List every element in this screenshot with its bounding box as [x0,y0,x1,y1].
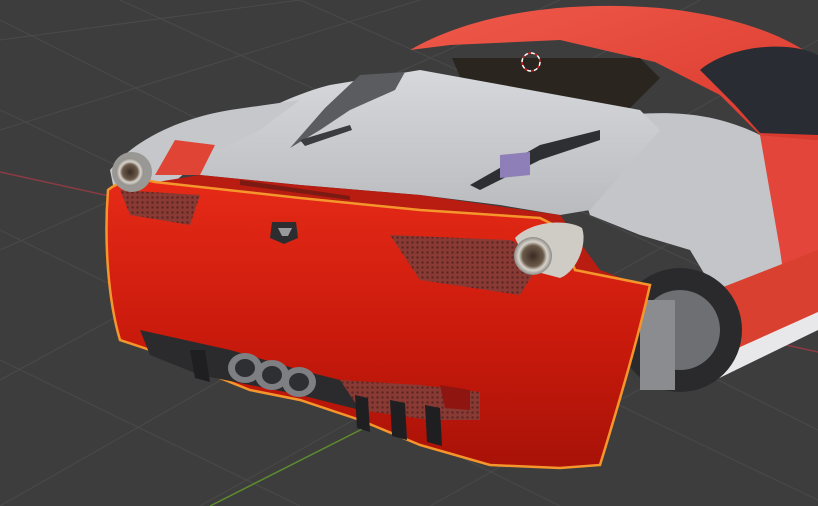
taillight-left [112,152,152,192]
rear-bumper[interactable] [105,178,652,470]
viewport-canvas[interactable] [0,0,818,506]
y-axis-line [209,419,381,506]
3d-viewport[interactable] [0,0,818,506]
